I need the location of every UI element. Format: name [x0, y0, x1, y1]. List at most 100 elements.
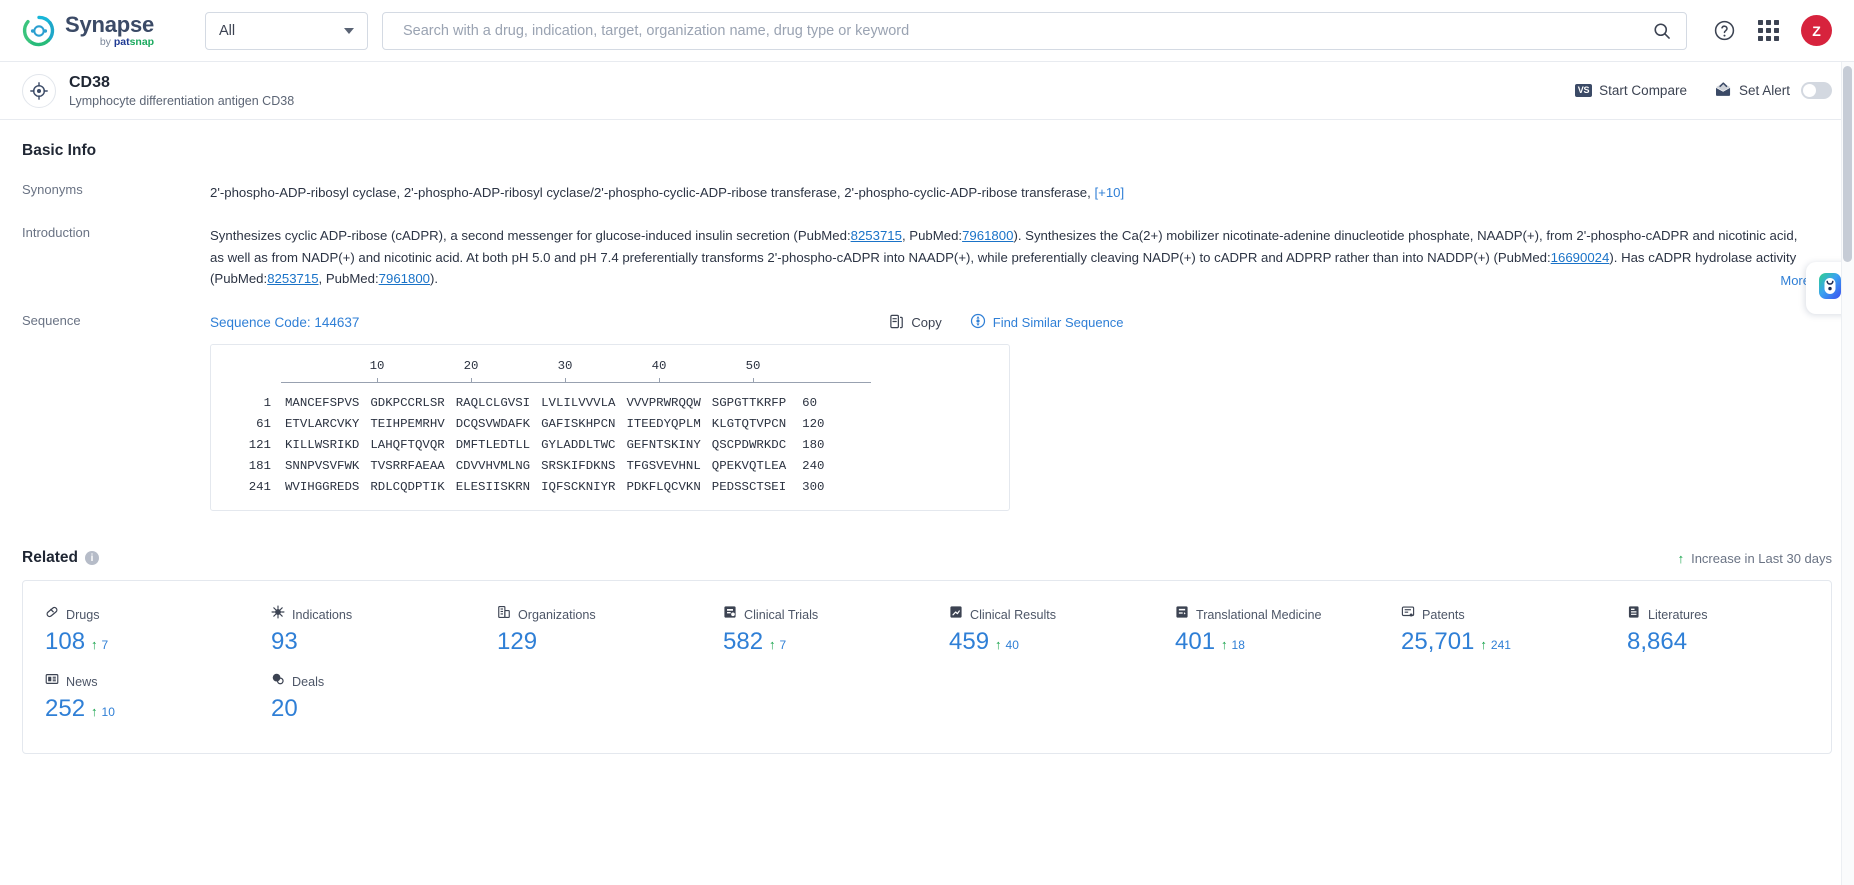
- stat-value[interactable]: 93: [271, 628, 298, 656]
- help-icon[interactable]: [1713, 19, 1736, 42]
- sequence-chunk: IQFSCKNIYR: [541, 480, 616, 495]
- stat-value[interactable]: 459: [949, 628, 989, 656]
- up-arrow-icon: ↑: [91, 704, 98, 720]
- info-icon[interactable]: i: [85, 551, 99, 566]
- sequence-chunk: KLGTQTVPCN: [711, 417, 787, 432]
- intro-part-5: , PubMed:: [318, 271, 379, 287]
- sequence-end-index: 180: [802, 438, 825, 453]
- set-alert-label: Set Alert: [1738, 83, 1790, 98]
- stat-clinical-results[interactable]: Clinical Results 459 ↑ 40: [927, 597, 1153, 664]
- stat-delta: ↑ 40: [995, 638, 1019, 652]
- search-icon[interactable]: [1652, 21, 1672, 41]
- sequence-chunk: PEDSSCTSEI: [711, 480, 787, 495]
- ruler-tick-40: 40: [651, 359, 667, 374]
- stat-delta: ↑ 241: [1480, 638, 1511, 652]
- find-similar-sequence-button[interactable]: Find Similar Sequence: [970, 313, 1124, 332]
- ruler-tick-10: 10: [369, 359, 385, 374]
- find-similar-label: Find Similar Sequence: [992, 315, 1124, 331]
- sequence-line: 181 SNNPVSVFWK TVSRRFAEAA CDVVHVMLNG SRS…: [229, 459, 991, 473]
- search-scope-select[interactable]: All: [205, 11, 368, 50]
- pubmed-link-3[interactable]: 16690024: [1551, 250, 1610, 265]
- up-arrow-icon: ↑: [91, 637, 98, 653]
- apps-grid-icon[interactable]: [1758, 20, 1779, 41]
- sequence-chunk: GYLADDLTWC: [541, 438, 616, 453]
- pubmed-link-4[interactable]: 8253715: [267, 271, 318, 286]
- sequence-chunk: SGPGTTKRFP: [711, 396, 787, 411]
- sequence-chunk: KILLWSRIKD: [285, 438, 360, 453]
- sequence-start-index: 241: [248, 480, 271, 495]
- up-arrow-icon: ↑: [1221, 637, 1228, 653]
- stat-value[interactable]: 582: [723, 628, 763, 656]
- set-alert-control[interactable]: Set Alert: [1715, 81, 1832, 100]
- nav-right-actions: Z: [1713, 15, 1832, 46]
- ruler-tick-30: 30: [557, 359, 573, 374]
- up-arrow-icon: ↑: [1677, 550, 1685, 566]
- results-icon: [949, 605, 963, 624]
- synonyms-more-link[interactable]: [+10]: [1094, 185, 1124, 200]
- stat-value[interactable]: 8,864: [1627, 628, 1687, 656]
- related-stats-card: Drugs 108 ↑ 7 Indications 93 Organizatio…: [22, 580, 1832, 755]
- copy-sequence-button[interactable]: Copy: [889, 314, 942, 332]
- pubmed-link-1[interactable]: 8253715: [851, 228, 902, 243]
- ruler-mark-50: [753, 378, 754, 384]
- stat-delta-value: 18: [1231, 638, 1245, 653]
- stat-organizations[interactable]: Organizations 129: [475, 597, 701, 664]
- stat-translational-medicine[interactable]: Translational Medicine 401 ↑ 18: [1153, 597, 1379, 664]
- sequence-line: 121 KILLWSRIKD LAHQFTQVQR DMFTLEDTLL GYL…: [229, 438, 991, 452]
- stat-label: Literatures: [1648, 607, 1708, 622]
- page-title: CD38: [69, 73, 110, 91]
- stat-value[interactable]: 129: [497, 628, 537, 656]
- pubmed-link-5[interactable]: 7961800: [379, 271, 430, 286]
- user-avatar[interactable]: Z: [1801, 15, 1832, 46]
- sequence-actions: Copy Find Similar Sequence: [889, 313, 1124, 332]
- logo-by-text: by: [99, 35, 114, 48]
- stat-patents[interactable]: Patents 25,701 ↑ 241: [1379, 597, 1605, 664]
- sequence-chunk: WVIHGGREDS: [285, 480, 360, 495]
- stat-value[interactable]: 20: [271, 695, 298, 723]
- stat-value[interactable]: 25,701: [1401, 628, 1474, 656]
- set-alert-toggle[interactable]: [1801, 82, 1832, 99]
- stat-clinical-trials[interactable]: Clinical Trials 582 ↑ 7: [701, 597, 927, 664]
- sequence-chunk: GDKPCCRLSR: [370, 396, 445, 411]
- stat-label: Indications: [292, 607, 353, 622]
- ruler-tick-50: 50: [745, 359, 761, 374]
- sequence-chunk: LAHQFTQVQR: [370, 438, 445, 453]
- trial-icon: [723, 605, 737, 624]
- sequence-line: 1 MANCEFSPVS GDKPCCRLSR RAQLCLGVSI LVLIL…: [229, 396, 991, 410]
- sequence-code[interactable]: Sequence Code: 144637: [210, 315, 359, 330]
- stat-indications[interactable]: Indications 93: [249, 597, 475, 664]
- sequence-chunk: LVLILVVVLA: [541, 396, 616, 411]
- global-search-bar[interactable]: [382, 11, 1687, 50]
- ruler-tick-20: 20: [463, 359, 479, 374]
- intro-part-1: Synthesizes cyclic ADP-ribose (cADPR), a…: [210, 228, 851, 244]
- stat-deals[interactable]: Deals 20: [249, 664, 475, 731]
- alert-icon: [1715, 81, 1732, 100]
- stat-value[interactable]: 108: [45, 628, 85, 656]
- basic-info-title: Basic Info: [22, 142, 97, 159]
- stat-value[interactable]: 401: [1175, 628, 1215, 656]
- pubmed-link-2[interactable]: 7961800: [962, 228, 1013, 243]
- stat-drugs[interactable]: Drugs 108 ↑ 7: [23, 597, 249, 664]
- sequence-chunk: TEIHPEMRHV: [370, 417, 445, 432]
- stat-news[interactable]: News 252 ↑ 10: [23, 664, 249, 731]
- search-input[interactable]: [401, 21, 1652, 40]
- stat-delta-value: 7: [779, 638, 787, 653]
- stat-delta: ↑ 7: [769, 638, 786, 652]
- entity-header-actions: VS Start Compare Set Alert: [1574, 81, 1832, 100]
- sequence-chunk: DMFTLEDTLL: [455, 438, 531, 453]
- intro-part-2: , PubMed:: [901, 228, 963, 244]
- synapse-logo[interactable]: Synapse by patsnap: [22, 11, 197, 48]
- stat-value[interactable]: 252: [45, 695, 85, 723]
- ruler-mark-40: [659, 378, 660, 384]
- page-scrollbar-thumb[interactable]: [1843, 66, 1852, 262]
- top-navigation-bar: Synapse by patsnap All Search with a dru…: [0, 0, 1854, 62]
- ruler-mark-30: [565, 378, 566, 384]
- start-compare-button[interactable]: VS Start Compare: [1574, 83, 1687, 98]
- synonyms-value: 2'-phospho-ADP-ribosyl cyclase, 2'-phosp…: [210, 182, 1810, 203]
- stat-label: News: [66, 674, 98, 689]
- logo-wordmark: Synapse: [65, 11, 155, 37]
- vs-icon: VS: [1574, 84, 1593, 97]
- sequence-label: Sequence: [22, 313, 81, 329]
- ruler-mark-10: [377, 378, 378, 384]
- stat-literatures[interactable]: Literatures 8,864: [1605, 597, 1831, 664]
